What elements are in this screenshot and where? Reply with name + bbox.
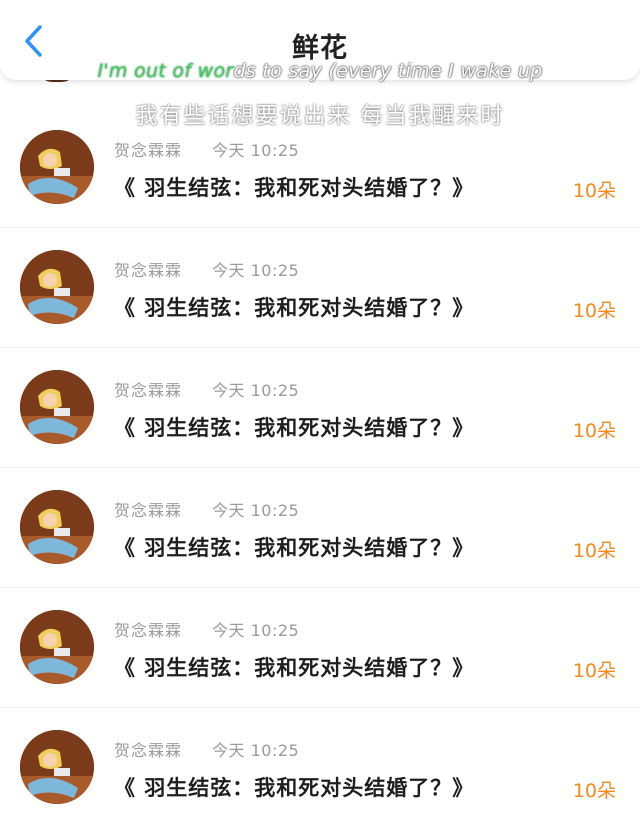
sender-name: 贺念霖霖: [114, 741, 183, 760]
sender-name: 贺念霖霖: [114, 621, 183, 640]
book-title: 《 羽生结弦：我和死对头结婚了？》: [114, 416, 475, 440]
flower-count: 10朵: [572, 540, 616, 562]
avatar[interactable]: [20, 130, 94, 204]
flower-count: 10朵: [572, 780, 616, 802]
avatar-image: [20, 370, 94, 444]
avatar[interactable]: [20, 730, 94, 804]
sender-name: 贺念霖霖: [114, 261, 183, 280]
sender-name: 贺念霖霖: [114, 381, 183, 400]
book-title: 《 羽生结弦：我和死对头结婚了？》: [114, 776, 475, 800]
list-item[interactable]: 贺念霖霖 今天 10:25 《 羽生结弦：我和死对头结婚了？》 10朵: [0, 588, 640, 708]
avatar[interactable]: [20, 490, 94, 564]
timestamp: 今天 10:25: [212, 741, 300, 760]
avatar[interactable]: [20, 250, 94, 324]
flower-count: 10朵: [572, 420, 616, 442]
flower-count: 10朵: [572, 660, 616, 682]
sender-name: 贺念霖霖: [114, 501, 183, 520]
list-item[interactable]: 贺念霖霖 今天 10:25 《 羽生结弦：我和死对头结婚了？》 10朵: [0, 228, 640, 348]
timestamp: 今天 10:25: [212, 501, 300, 520]
avatar-image: [20, 610, 94, 684]
book-title: 《 羽生结弦：我和死对头结婚了？》: [114, 176, 475, 200]
top-bar: 鲜花: [0, 0, 640, 80]
avatar-image: [20, 250, 94, 324]
flower-count: 10朵: [572, 180, 616, 202]
page-title: 鲜花: [292, 33, 348, 64]
timestamp: 今天 10:25: [212, 621, 300, 640]
book-title: 《 羽生结弦：我和死对头结婚了？》: [114, 656, 475, 680]
book-title: 《 羽生结弦：我和死对头结婚了？》: [114, 296, 475, 320]
book-title: 《 羽生结弦：我和死对头结婚了？》: [114, 536, 475, 560]
timestamp: 今天 10:25: [212, 141, 300, 160]
avatar-image: [20, 130, 94, 204]
avatar[interactable]: [20, 610, 94, 684]
sender-name: 贺念霖霖: [114, 141, 183, 160]
list-item[interactable]: 贺念霖霖 今天 10:25 《 羽生结弦：我和死对头结婚了？》 10朵: [0, 708, 640, 820]
timestamp: 今天 10:25: [212, 381, 300, 400]
list-item[interactable]: 贺念霖霖 今天 10:25 《 羽生结弦：我和死对头结婚了？》 10朵: [0, 468, 640, 588]
avatar-image: [20, 730, 94, 804]
flower-count: 10朵: [572, 300, 616, 322]
list-item[interactable]: 贺念霖霖 今天 10:25 《 羽生结弦：我和死对头结婚了？》 10朵: [0, 348, 640, 468]
flower-record-list: 贺念霖霖 今天 10:25 《 羽生结弦：我和死对头结婚了？》 10朵 贺念霖霖…: [0, 108, 640, 820]
avatar-image: [20, 490, 94, 564]
list-item[interactable]: 贺念霖霖 今天 10:25 《 羽生结弦：我和死对头结婚了？》 10朵: [0, 108, 640, 228]
timestamp: 今天 10:25: [212, 261, 300, 280]
avatar[interactable]: [20, 370, 94, 444]
